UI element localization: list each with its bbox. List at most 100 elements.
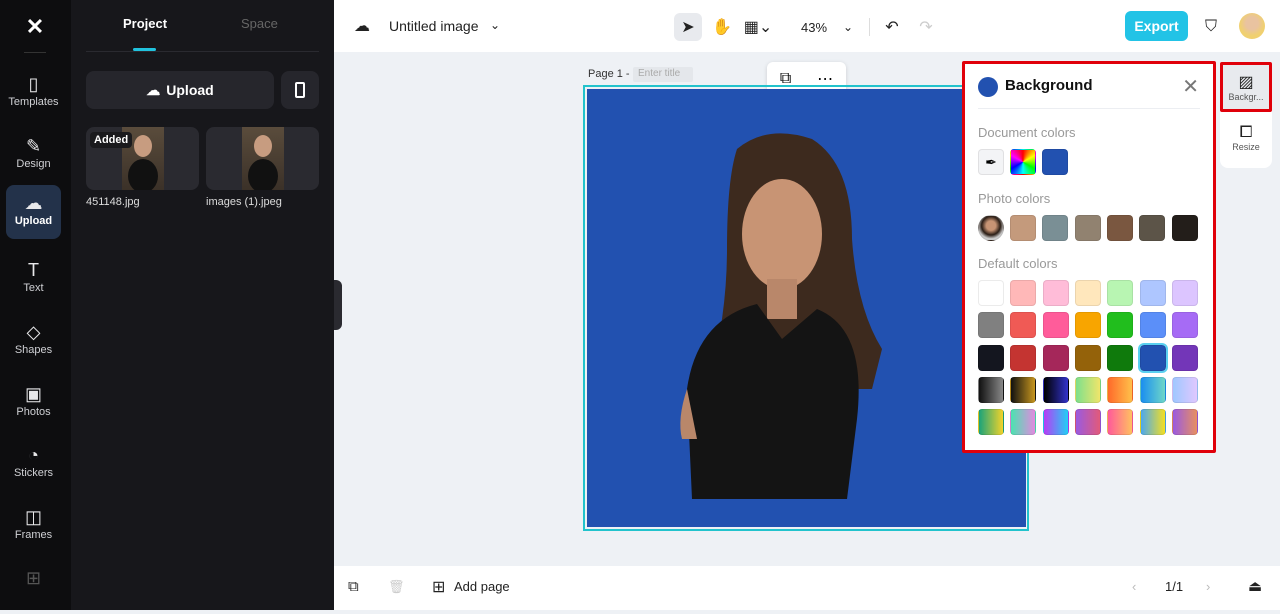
gradient-swatch[interactable] [978,409,1004,436]
rail-shapes[interactable]: ◇ Shapes [6,314,61,368]
avatar[interactable] [1239,13,1265,39]
default-color-swatch[interactable] [1010,280,1037,306]
delete-page-icon[interactable]: 🗑 [388,579,405,595]
phone-icon [295,82,305,98]
photos-icon: ▣ [24,384,42,404]
color-picker-swatch[interactable] [1010,149,1036,175]
tab-project[interactable]: Project [123,16,167,31]
gradient-swatch[interactable] [1139,409,1166,436]
default-color-swatch[interactable] [1171,312,1198,339]
default-color-swatch[interactable] [978,312,1004,339]
photo-color-swatch[interactable] [1010,215,1036,241]
gradient-swatch[interactable] [978,376,1004,403]
gradient-swatch[interactable] [1139,376,1166,403]
default-color-swatch[interactable] [1107,312,1134,339]
duplicate-page-icon[interactable]: ⧉ [348,578,359,595]
next-page-icon[interactable]: › [1206,579,1210,594]
document-colors-label: Document colors [978,125,1076,140]
rail-label: Upload [14,215,53,227]
default-color-swatch[interactable] [1010,344,1037,371]
default-color-swatch[interactable] [1171,280,1198,306]
file-thumbnail[interactable] [206,127,319,190]
zoom-level[interactable]: 43% [796,13,832,41]
gradient-swatch[interactable] [1010,409,1037,436]
default-color-swatch[interactable] [1042,344,1069,371]
gradient-swatch[interactable] [1107,376,1134,403]
photo-color-swatch[interactable] [1074,215,1101,241]
portrait-image[interactable] [587,89,1026,527]
default-color-swatch[interactable] [1139,280,1166,306]
default-color-swatch[interactable] [1074,280,1101,306]
rail-upload[interactable]: ☁ Upload [6,185,61,239]
close-icon[interactable]: ✕ [1182,74,1199,99]
rail-stickers[interactable]: ◔ Stickers [6,437,61,491]
rail-design[interactable]: ✎ Design [6,128,61,182]
photo-color-swatch[interactable] [1042,215,1069,241]
default-color-swatch[interactable] [1010,312,1037,339]
export-button[interactable]: Export [1125,11,1188,41]
rail-templates[interactable]: ▯ Templates [6,66,61,120]
default-color-swatch[interactable] [1074,344,1101,371]
rail-label: Templates [8,96,59,108]
rail-more[interactable]: ⊞ [6,560,61,614]
gradient-swatch[interactable] [1042,409,1069,436]
eyedropper-icon[interactable]: ✒ [978,149,1004,175]
default-color-swatch[interactable] [1171,344,1198,371]
panel-title: Background [1005,77,1093,94]
default-color-swatch[interactable] [1042,312,1069,339]
prev-page-icon[interactable]: ‹ [1132,579,1136,594]
tab-space[interactable]: Space [241,16,278,31]
file-thumbnail[interactable]: Added [86,127,199,190]
default-color-swatch[interactable] [1137,342,1168,373]
default-color-swatch[interactable] [978,280,1004,306]
default-color-swatch[interactable] [1107,280,1134,306]
upload-button[interactable]: ☁ Upload [86,71,274,109]
background-tool[interactable]: ▨ Backgr... [1220,72,1272,102]
hand-tool-icon[interactable]: ✋ [708,13,736,41]
photo-color-swatch[interactable] [1106,215,1133,241]
cloud-save-icon[interactable]: ☁ [354,16,370,36]
default-color-swatch[interactable] [1107,344,1134,371]
shapes-icon: ◇ [26,322,41,342]
phone-upload-button[interactable] [281,71,319,109]
document-title[interactable]: Untitled image [389,18,479,34]
add-page-icon[interactable]: ⊞ [432,577,445,597]
layout-icon[interactable]: ▦⌄ [740,13,776,41]
gradient-swatch[interactable] [1171,409,1198,436]
select-tool-icon[interactable]: ➤ [674,13,702,41]
layers-icon[interactable]: ⏏ [1248,577,1262,595]
gradient-swatch[interactable] [1042,376,1069,403]
assets-panel: Project Space ☁ Upload Added 451148.jpg i… [71,0,334,610]
capcut-logo-icon[interactable]: ✕ [22,14,48,39]
rail-photos[interactable]: ▣ Photos [6,376,61,430]
shield-icon[interactable]: ⛉ [1200,13,1222,41]
photo-color-swatch[interactable] [1139,215,1166,241]
default-color-swatch[interactable] [978,344,1004,371]
stickers-icon: ◔ [28,445,39,465]
default-color-swatch[interactable] [1042,280,1069,306]
rail-frames[interactable]: ◫ Frames [6,499,61,553]
photo-thumbnail[interactable] [978,215,1004,241]
undo-icon[interactable]: ↶ [880,13,904,41]
document-color-swatch[interactable] [1042,149,1068,175]
add-page-button[interactable]: Add page [454,579,510,594]
redo-icon[interactable]: ↷ [914,13,938,41]
page-title-input[interactable]: Enter title [633,67,693,82]
photo-color-swatch[interactable] [1171,215,1198,241]
gradient-swatch[interactable] [1010,376,1037,403]
default-color-swatch[interactable] [1139,312,1166,339]
current-color-swatch [978,77,998,97]
gradient-swatch[interactable] [1074,376,1101,403]
chevron-down-icon[interactable]: ⌄ [490,18,500,32]
left-rail: ✕ ▯ Templates ✎ Design ☁ Upload T Text ◇ Shap… [0,0,71,610]
resize-tool[interactable]: ⧠ Resize [1220,124,1272,152]
canvas-page[interactable] [587,89,1026,527]
gradient-swatch[interactable] [1171,376,1198,403]
rail-label: Design [16,158,51,170]
default-color-swatch[interactable] [1074,312,1101,339]
gradient-swatch[interactable] [1074,409,1101,436]
collapse-panel-handle[interactable] [334,280,342,330]
zoom-chevron-icon[interactable]: ⌄ [839,13,857,41]
gradient-swatch[interactable] [1107,409,1134,436]
rail-text[interactable]: T Text [6,252,61,306]
